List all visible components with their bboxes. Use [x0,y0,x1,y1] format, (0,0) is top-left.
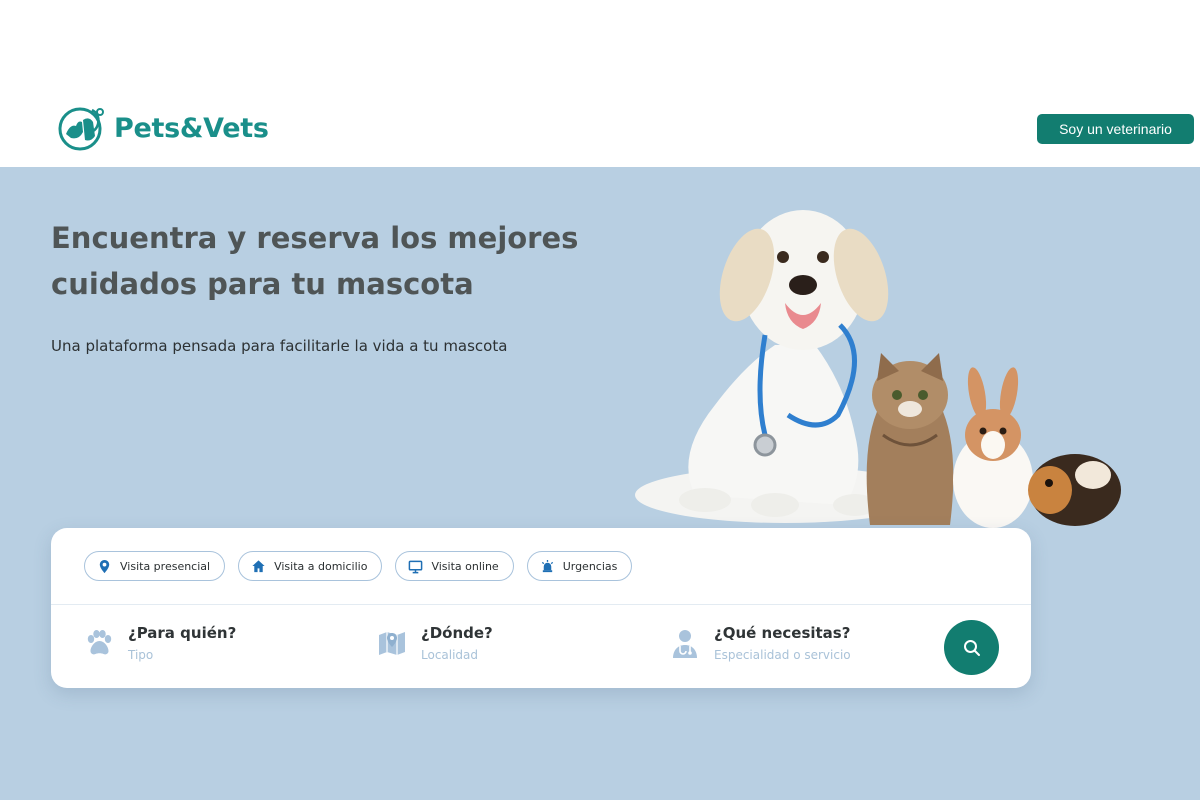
field-que-necesitas[interactable]: ¿Qué necesitas? Especialidad o servicio [670,624,851,662]
field-hint: Especialidad o servicio [714,648,851,662]
field-text: ¿Para quién? Tipo [128,624,236,662]
field-text: ¿Qué necesitas? Especialidad o servicio [714,624,851,662]
search-icon [963,639,980,656]
brand-logo[interactable]: Pets&Vets [56,104,269,152]
chip-visita-online[interactable]: Visita online [395,551,514,581]
field-label: ¿Para quién? [128,624,237,642]
map-icon [379,632,405,655]
chip-visita-presencial[interactable]: Visita presencial [84,551,226,581]
field-para-quien[interactable]: ¿Para quién? Tipo [84,624,236,662]
chip-label: Visita presencial [120,559,211,573]
top-header: Pets&Vets Soy un veterinario [0,0,1200,167]
chip-visita-a-domicilio[interactable]: Visita a domicilio [238,551,383,581]
field-label: ¿Qué necesitas? [714,624,851,642]
visit-type-chips: Visita presencial Visita a domicilio Vis… [84,551,633,581]
field-hint: Localidad [421,648,479,662]
monitor-icon [409,560,423,573]
chip-label: Urgencias [562,559,618,573]
vet-signup-button[interactable]: Soy un veterinario [1037,114,1194,144]
field-text: ¿Dónde? Localidad [421,624,493,662]
brand-name: Pets&Vets [114,112,269,144]
field-label: ¿Dónde? [421,624,493,642]
logo-stethoscope-icon [58,107,104,151]
chip-label: Visita a domicilio [274,559,368,573]
search-submit-button[interactable] [944,620,999,675]
location-pin-icon [99,559,110,573]
field-hint: Tipo [128,648,154,662]
doctor-icon [673,630,697,658]
pets-illustration [635,210,1121,528]
home-icon [252,559,265,572]
rabbit-image [953,367,1033,528]
alarm-icon [541,559,553,572]
cat-image [866,353,954,525]
hero-subtitle: Una plataforma pensada para facilitarle … [51,337,508,355]
guinea-pig-image [1028,454,1121,526]
field-donde[interactable]: ¿Dónde? Localidad [377,624,493,662]
paw-icon [87,630,112,655]
hero-section: Encuentra y reserva los mejores cuidados… [0,167,1200,800]
search-divider [51,604,1031,605]
chip-label: Visita online [431,559,499,573]
chip-urgencias[interactable]: Urgencias [526,551,633,581]
hero-title: Encuentra y reserva los mejores cuidados… [51,221,579,301]
search-card: Visita presencial Visita a domicilio Vis… [51,528,1031,688]
